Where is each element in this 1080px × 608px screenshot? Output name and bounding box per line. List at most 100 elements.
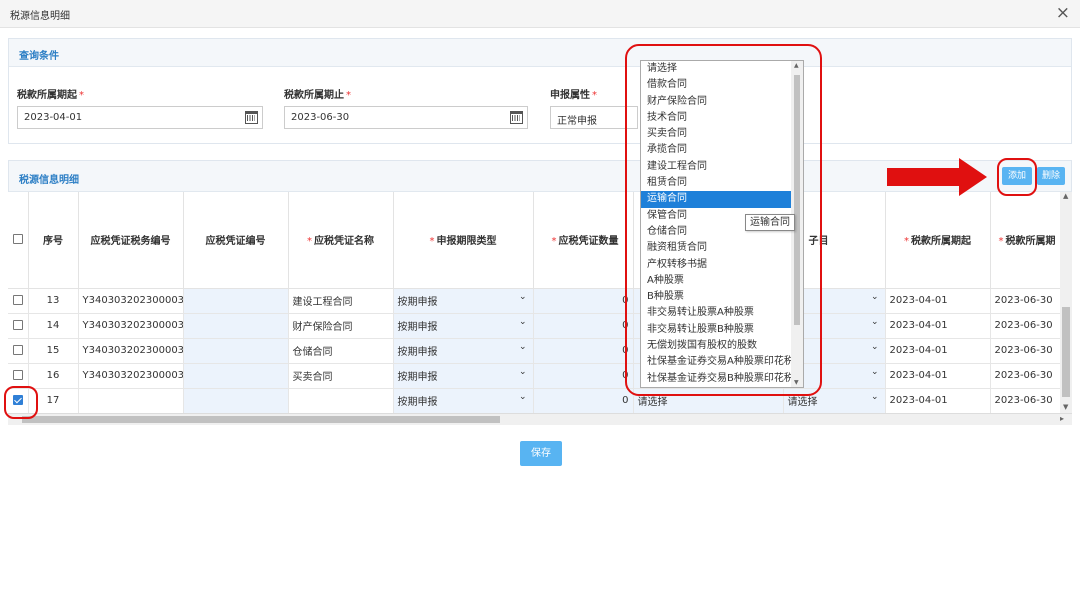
scroll-thumb[interactable] bbox=[794, 75, 800, 325]
dropdown-option[interactable]: 社保基金证券交易A种股票印花税 bbox=[641, 354, 791, 370]
chevron-down-icon[interactable]: ⌄ bbox=[871, 392, 879, 402]
calendar-icon[interactable] bbox=[245, 111, 258, 124]
table-row[interactable]: 13Y340303202300003291建设工程合同按期申报⌄0择⌄2023-… bbox=[8, 288, 1071, 314]
row-period-start[interactable]: 2023-04-01 bbox=[885, 388, 991, 414]
chevron-down-icon[interactable]: ⌄ bbox=[519, 342, 527, 352]
chevron-down-icon[interactable]: ⌄ bbox=[519, 317, 527, 327]
row-cert-no[interactable] bbox=[183, 313, 289, 339]
row-cert-name[interactable]: 仓储合同 bbox=[288, 338, 394, 364]
checkbox-icon[interactable] bbox=[12, 320, 23, 330]
row-period-end[interactable]: 2023-06-30 bbox=[990, 313, 1071, 339]
dropdown-option[interactable]: 承揽合同 bbox=[641, 142, 791, 158]
row-select[interactable] bbox=[8, 313, 29, 339]
table-row[interactable]: 17 按期申报 ⌄ 0 请选择 请选择 ⌄ 2023-04-01 2023-06-30 bbox=[8, 388, 1071, 414]
dropdown-option[interactable]: 买卖合同 bbox=[641, 126, 791, 142]
dropdown-option[interactable]: 非交易转让股票B种股票 bbox=[641, 322, 791, 338]
row-period-start[interactable]: 2023-04-01 bbox=[885, 313, 991, 339]
row-period-type[interactable]: 按期申报 ⌄ bbox=[393, 338, 534, 364]
dropdown-option[interactable]: 社保基金证券交易B种股票印花税 bbox=[641, 371, 791, 387]
row-cert-no[interactable] bbox=[183, 288, 289, 314]
dropdown-option[interactable]: A种股票 bbox=[641, 273, 791, 289]
chevron-down-icon[interactable]: ⌄ bbox=[871, 317, 879, 327]
row-period-type[interactable]: 按期申报 ⌄ bbox=[393, 313, 534, 339]
dropdown-option[interactable]: 融资租赁合同 bbox=[641, 240, 791, 256]
scroll-down-icon[interactable]: ▼ bbox=[794, 379, 799, 386]
header-select-all[interactable] bbox=[8, 192, 29, 289]
row-cert-qty[interactable]: 0 bbox=[533, 313, 634, 339]
table-header-row: 序号 应税凭证税务编号 应税凭证编号 * 应税凭证名称 * 申报期限类型 * 应税凭证… bbox=[8, 192, 1071, 289]
row-cert-name[interactable] bbox=[288, 388, 394, 414]
row-item[interactable]: 请选择 bbox=[633, 388, 784, 414]
dropdown-option[interactable]: 请选择 bbox=[641, 61, 791, 77]
chevron-down-icon[interactable]: ⌄ bbox=[519, 392, 527, 402]
row-cert-qty[interactable]: 0 bbox=[533, 288, 634, 314]
dropdown-option[interactable]: 财产保险合同 bbox=[641, 94, 791, 110]
declare-attr-value: 正常申报 bbox=[557, 116, 597, 127]
dropdown-option[interactable]: 非交易转让股票A种股票 bbox=[641, 305, 791, 321]
row-cert-no[interactable] bbox=[183, 388, 289, 414]
row-period-type[interactable]: 按期申报 ⌄ bbox=[393, 363, 534, 389]
row-period-type[interactable]: 按期申报 ⌄ bbox=[393, 388, 534, 414]
row-select[interactable] bbox=[8, 338, 29, 364]
dropdown-option[interactable]: B种股票 bbox=[641, 289, 791, 305]
row-cert-no[interactable] bbox=[183, 338, 289, 364]
period-start-input[interactable]: 2023-04-01 bbox=[17, 106, 263, 129]
row-cert-qty[interactable]: 0 bbox=[533, 363, 634, 389]
chevron-down-icon[interactable]: ⌄ bbox=[871, 292, 879, 302]
row-sub-item[interactable]: 请选择 ⌄ bbox=[783, 388, 886, 414]
row-cert-name[interactable]: 买卖合同 bbox=[288, 363, 394, 389]
save-button[interactable]: 保存 bbox=[520, 441, 562, 466]
checkbox-icon[interactable] bbox=[12, 370, 23, 380]
dropdown-option[interactable]: 建设工程合同 bbox=[641, 159, 791, 175]
scroll-thumb[interactable] bbox=[22, 416, 500, 423]
chevron-down-icon[interactable]: ⌄ bbox=[871, 367, 879, 377]
row-cert-name[interactable]: 建设工程合同 bbox=[288, 288, 394, 314]
dropdown-option[interactable]: 借款合同 bbox=[641, 77, 791, 93]
add-button[interactable]: 添加 bbox=[1002, 167, 1032, 185]
row-cert-qty[interactable]: 0 bbox=[533, 388, 634, 414]
scroll-down-icon[interactable]: ▼ bbox=[1063, 403, 1068, 411]
chevron-down-icon[interactable]: ⌄ bbox=[519, 292, 527, 302]
checkbox-icon[interactable] bbox=[12, 345, 23, 355]
row-cert-no[interactable] bbox=[183, 363, 289, 389]
row-period-end[interactable]: 2023-06-30 bbox=[990, 288, 1071, 314]
scroll-thumb[interactable] bbox=[1062, 307, 1070, 397]
checkbox-icon[interactable] bbox=[12, 395, 23, 405]
chevron-down-icon[interactable]: ⌄ bbox=[519, 367, 527, 377]
table-row[interactable]: 15Y340303202300003291仓储合同按期申报⌄0择⌄2023-04… bbox=[8, 338, 1071, 364]
header-cert-name-text: 应税凭证名称 bbox=[314, 236, 374, 248]
row-period-type[interactable]: 按期申报 ⌄ bbox=[393, 288, 534, 314]
row-period-end[interactable]: 2023-06-30 bbox=[990, 388, 1071, 414]
row-period-start[interactable]: 2023-04-01 bbox=[885, 363, 991, 389]
row-period-start[interactable]: 2023-04-01 bbox=[885, 288, 991, 314]
row-select[interactable] bbox=[8, 288, 29, 314]
table-horizontal-scrollbar[interactable]: ▸ bbox=[8, 413, 1072, 425]
period-end-input[interactable]: 2023-06-30 bbox=[284, 106, 528, 129]
required-mark: * bbox=[79, 90, 84, 101]
row-cert-name[interactable]: 财产保险合同 bbox=[288, 313, 394, 339]
close-icon[interactable]: × bbox=[1056, 3, 1070, 23]
row-cert-qty[interactable]: 0 bbox=[533, 338, 634, 364]
scroll-up-icon[interactable]: ▲ bbox=[794, 62, 799, 69]
scroll-up-icon[interactable]: ▲ bbox=[1063, 192, 1068, 200]
row-select[interactable] bbox=[8, 388, 29, 414]
checkbox-icon[interactable] bbox=[12, 234, 23, 245]
row-period-start[interactable]: 2023-04-01 bbox=[885, 338, 991, 364]
dropdown-option[interactable]: 技术合同 bbox=[641, 110, 791, 126]
table-row[interactable]: 14Y340303202300003291财产保险合同按期申报⌄0择⌄2023-… bbox=[8, 313, 1071, 339]
dropdown-option[interactable]: 无偿划拨国有股权的股数 bbox=[641, 338, 791, 354]
delete-button[interactable]: 删除 bbox=[1037, 167, 1065, 185]
table-vertical-scrollbar[interactable]: ▲ ▼ bbox=[1060, 192, 1072, 413]
table-row[interactable]: 16Y340303202300003291买卖合同按期申报⌄0择⌄2023-04… bbox=[8, 363, 1071, 389]
dropdown-option[interactable]: 租赁合同 bbox=[641, 175, 791, 191]
chevron-down-icon[interactable]: ⌄ bbox=[871, 342, 879, 352]
checkbox-icon[interactable] bbox=[12, 295, 23, 305]
scroll-right-icon[interactable]: ▸ bbox=[1060, 414, 1064, 423]
declare-attr-select[interactable]: 正常申报 bbox=[550, 106, 638, 129]
dropdown-option[interactable]: 运输合同 bbox=[641, 191, 791, 208]
row-period-end[interactable]: 2023-06-30 bbox=[990, 338, 1071, 364]
row-period-end[interactable]: 2023-06-30 bbox=[990, 363, 1071, 389]
calendar-icon[interactable] bbox=[510, 111, 523, 124]
dropdown-option[interactable]: 产权转移书据 bbox=[641, 257, 791, 273]
row-select[interactable] bbox=[8, 363, 29, 389]
